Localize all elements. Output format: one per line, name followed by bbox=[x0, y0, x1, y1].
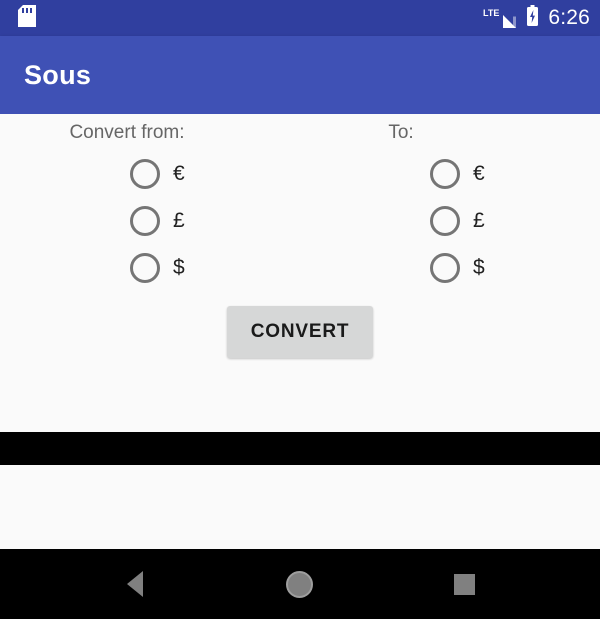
app-title: Sous bbox=[24, 59, 92, 90]
svg-text:LTE: LTE bbox=[483, 8, 499, 18]
radio-circle-icon[interactable] bbox=[430, 205, 460, 236]
radio-from-pound-label: £ bbox=[173, 209, 185, 232]
convert-to-label: To: bbox=[388, 122, 414, 143]
radio-circle-icon[interactable] bbox=[130, 205, 160, 236]
phone-screen: LTE 6:26 Sous Convert from: € £ $ To: € … bbox=[0, 0, 600, 619]
radio-to-euro[interactable]: € bbox=[300, 150, 600, 197]
square-recents-icon bbox=[453, 573, 475, 595]
signal-bars-icon: LTE bbox=[483, 7, 517, 29]
android-navigation-bar bbox=[0, 549, 600, 619]
radio-from-euro[interactable]: € bbox=[0, 150, 300, 197]
radio-to-pound[interactable]: £ bbox=[300, 197, 600, 244]
radio-to-euro-label: € bbox=[473, 162, 485, 185]
black-divider-bar bbox=[0, 432, 600, 465]
status-bar-clock: 6:26 bbox=[548, 6, 590, 29]
convert-from-radio-group: € £ $ bbox=[0, 150, 300, 291]
radio-circle-icon[interactable] bbox=[130, 252, 160, 283]
radio-from-pound[interactable]: £ bbox=[0, 197, 300, 244]
radio-to-pound-label: £ bbox=[473, 209, 485, 232]
status-bar: LTE 6:26 bbox=[0, 0, 600, 36]
convert-button[interactable]: CONVERT bbox=[226, 306, 374, 358]
main-content: Convert from: € £ $ To: € £ $ CONVERT bbox=[0, 114, 600, 432]
radio-circle-icon[interactable] bbox=[130, 158, 160, 189]
status-bar-right: LTE 6:26 bbox=[483, 4, 590, 32]
status-bar-left bbox=[18, 4, 36, 32]
currency-columns: Convert from: € £ $ To: € £ $ bbox=[0, 114, 600, 289]
radio-to-dollar-label: $ bbox=[473, 256, 485, 279]
triangle-back-icon bbox=[127, 571, 143, 597]
radio-from-dollar-label: $ bbox=[173, 256, 185, 279]
convert-to-column: To: € £ $ bbox=[300, 114, 600, 291]
radio-from-dollar[interactable]: $ bbox=[0, 244, 300, 291]
radio-to-dollar[interactable]: $ bbox=[300, 244, 600, 291]
lower-blank-pane bbox=[0, 465, 600, 549]
radio-circle-icon[interactable] bbox=[430, 252, 460, 283]
nav-recents-button[interactable] bbox=[414, 549, 514, 619]
radio-from-euro-label: € bbox=[173, 162, 185, 185]
convert-to-radio-group: € £ $ bbox=[300, 150, 600, 291]
nav-home-button[interactable] bbox=[249, 549, 349, 619]
convert-button-container: CONVERT bbox=[0, 289, 600, 358]
convert-from-label: Convert from: bbox=[69, 122, 185, 143]
circle-home-icon bbox=[285, 570, 313, 598]
sd-card-icon bbox=[18, 4, 36, 32]
app-bar: Sous bbox=[0, 36, 600, 114]
battery-charging-icon bbox=[526, 4, 539, 32]
convert-from-column: Convert from: € £ $ bbox=[0, 114, 300, 291]
nav-back-button[interactable] bbox=[85, 549, 185, 619]
radio-circle-icon[interactable] bbox=[430, 158, 460, 189]
